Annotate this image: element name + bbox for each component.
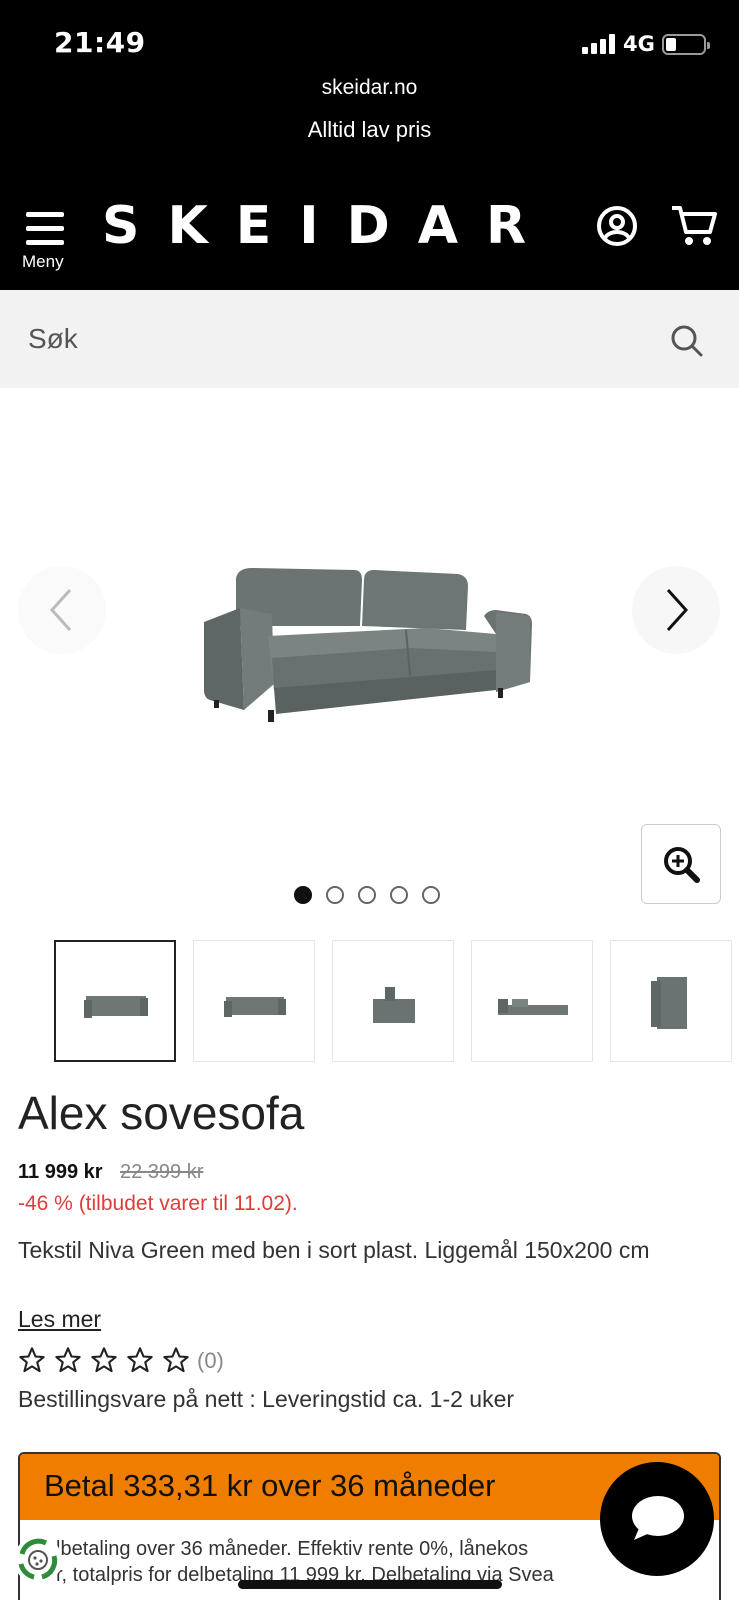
search-icon[interactable] [670,324,704,358]
product-image[interactable] [196,560,546,736]
zoom-button[interactable] [641,824,721,904]
hamburger-icon [26,212,64,217]
signal-icon [582,34,618,54]
old-price: 22 399 kr [120,1161,204,1183]
gallery-dot[interactable] [422,886,440,904]
thumbnail[interactable] [54,940,176,1062]
rating-count: (0) [197,1348,224,1373]
network-label: 4G [623,32,655,56]
chevron-left-icon [49,588,72,632]
site-tagline: Alltid lav pris [307,117,432,142]
status-time: 21:49 [54,26,146,59]
battery-icon [662,34,710,55]
search-input[interactable] [28,314,628,364]
star-icon [163,1347,189,1373]
product-title: Alex sovesofa [18,1087,305,1139]
search-bar [0,290,739,388]
star-icon [55,1347,81,1373]
site-header: 21:49 4G skeidar.no Alltid lav pris Meny… [0,0,739,290]
account-icon[interactable] [596,205,638,247]
gallery-next-button[interactable] [632,566,720,654]
gallery-dot[interactable] [390,886,408,904]
thumbnail-strip [54,940,739,1062]
star-icon [127,1347,153,1373]
product-price: 11 999 kr [18,1161,103,1183]
thumbnail[interactable] [193,940,315,1062]
chevron-right-icon [666,588,689,632]
delivery-info: Bestillingsvare på nett : Leveringstid c… [18,1386,515,1412]
gallery-prev-button[interactable] [18,566,106,654]
thumbnail[interactable] [471,940,593,1062]
gallery-dot[interactable] [358,886,376,904]
thumbnail[interactable] [332,940,454,1062]
read-more-link[interactable]: Les mer [18,1306,101,1333]
home-indicator[interactable] [238,1580,502,1589]
menu-button[interactable]: Meny [20,206,72,274]
zoom-in-icon [664,847,700,883]
site-logo[interactable]: SKEIDAR [102,196,554,256]
menu-label: Meny [22,252,64,271]
gallery-dot[interactable] [294,886,312,904]
cart-icon[interactable] [670,204,718,248]
chat-bubble-icon [632,1496,684,1540]
site-domain[interactable]: skeidar.no [0,76,739,100]
chat-button[interactable] [600,1462,714,1576]
star-icon [91,1347,117,1373]
product-description: Tekstil Niva Green med ben i sort plast.… [18,1237,650,1263]
gallery-dot[interactable] [326,886,344,904]
eco-badge-icon[interactable] [12,1534,64,1586]
star-icon [19,1347,45,1373]
thumbnail[interactable] [610,940,732,1062]
installment-title: Betal 333,31 kr over 36 måneder [44,1468,496,1503]
discount-text: -46 % (tilbudet varer til 11.02). [18,1192,298,1215]
